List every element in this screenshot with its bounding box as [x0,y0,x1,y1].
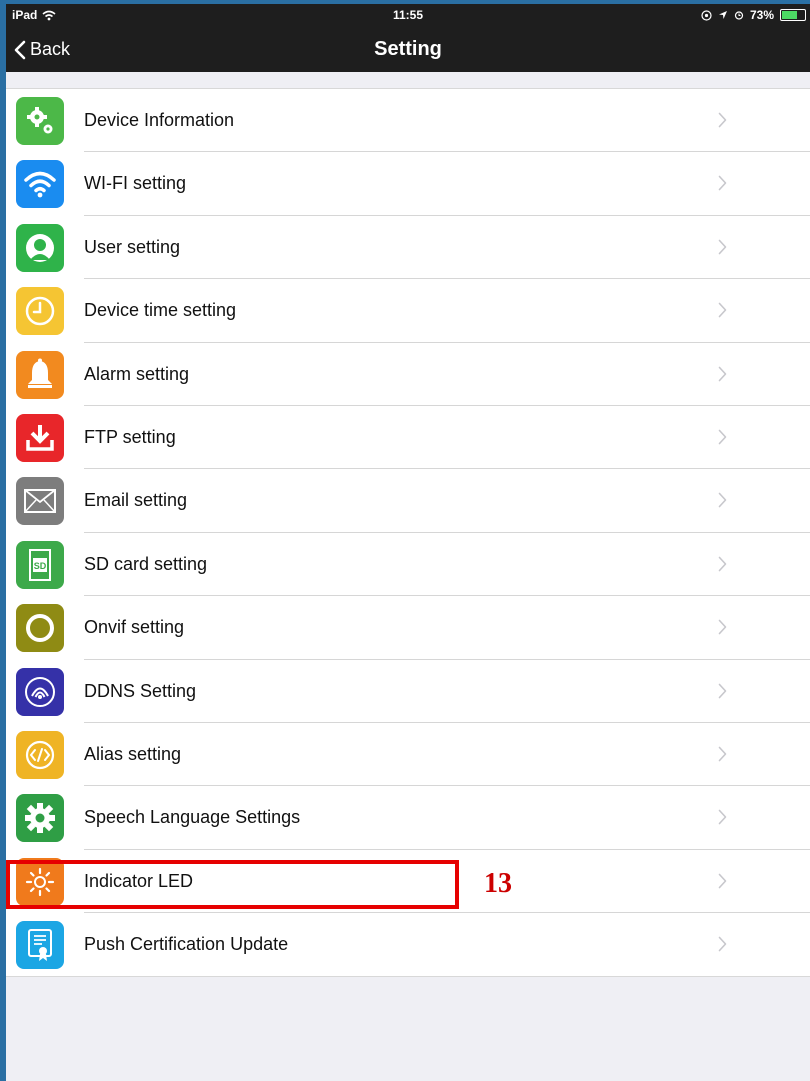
list-item[interactable]: Alias setting [6,723,810,787]
list-item-label: Alias setting [84,743,182,764]
app-screen: iPad 11:55 73% Back Setting Device Infor… [6,4,810,1081]
list-item-label: Device time setting [84,300,237,321]
list-item-label: SD card setting [84,553,208,574]
chevron-right-icon [718,556,727,577]
lock-rotation-icon [701,9,712,21]
annotation-number: 13 [484,868,512,899]
list-item[interactable]: User setting [6,216,810,280]
ddns-icon [16,667,64,716]
gear-icon [16,794,64,843]
chevron-right-icon [718,936,727,957]
chevron-right-icon [718,809,727,830]
list-item[interactable]: FTP setting [6,406,810,470]
chevron-right-icon [718,683,727,704]
svg-text:SD: SD [34,561,47,571]
list-item[interactable]: WI-FI setting [6,152,810,216]
chevron-right-icon [718,366,727,387]
bell-icon [16,350,64,399]
list-item-label: User setting [84,236,181,257]
certificate-icon [16,921,64,970]
envelope-icon [16,477,64,526]
sd-card-icon: SD [16,540,64,589]
chevron-right-icon [718,175,727,196]
list-item-label: Push Certification Update [84,934,289,955]
list-item[interactable]: Device time setting [6,279,810,343]
alarm-icon [734,11,744,20]
list-item[interactable]: SD SD card setting [6,533,810,597]
status-right: 73% [701,8,806,22]
list-item[interactable]: Device Information [6,89,810,153]
list-item-label: WI-FI setting [84,173,187,194]
clock-icon [16,287,64,336]
status-time: 11:55 [392,8,424,22]
chevron-right-icon [718,302,727,323]
status-bar: iPad 11:55 73% [6,4,810,26]
location-icon [718,11,727,19]
navigation-bar: Back Setting [6,28,810,72]
chevron-right-icon [718,746,727,767]
chevron-right-icon [718,873,727,894]
chevron-right-icon [718,619,727,640]
list-item-label: Onvif setting [84,617,185,638]
list-item-label: Speech Language Settings [84,807,301,828]
top-bar: iPad 11:55 73% Back Setting [6,4,810,72]
list-item-label: Device Information [84,110,235,130]
battery-fill [782,11,797,19]
gears-icon [16,97,64,145]
chevron-right-icon [718,239,727,260]
battery-icon [780,9,806,21]
list-item[interactable]: DDNS Setting [6,660,810,723]
list-item[interactable]: Alarm setting [6,343,810,406]
page-title: Setting [374,38,442,60]
list-item-label: FTP setting [84,426,176,447]
wifi-icon [16,160,64,209]
list-item[interactable]: Onvif setting [6,596,810,660]
ring-icon [16,604,64,653]
user-icon [16,223,64,272]
settings-list: Device Information WI-FI setting User sett… [6,88,810,978]
list-item[interactable]: Push Certification Update [6,913,810,976]
battery-percent: 73% [749,8,774,22]
list-item-label: DDNS Setting [84,680,197,701]
list-item-label: Email setting [84,490,188,511]
chevron-right-icon [718,429,727,450]
list-item[interactable]: Speech Language Settings [6,786,810,850]
download-icon [16,413,64,462]
chevron-right-icon [718,112,727,133]
code-icon [16,730,64,779]
highlight-box [6,860,459,909]
chevron-right-icon [718,492,727,513]
list-item[interactable]: Email setting [6,469,810,533]
list-item-label: Alarm setting [84,363,190,384]
